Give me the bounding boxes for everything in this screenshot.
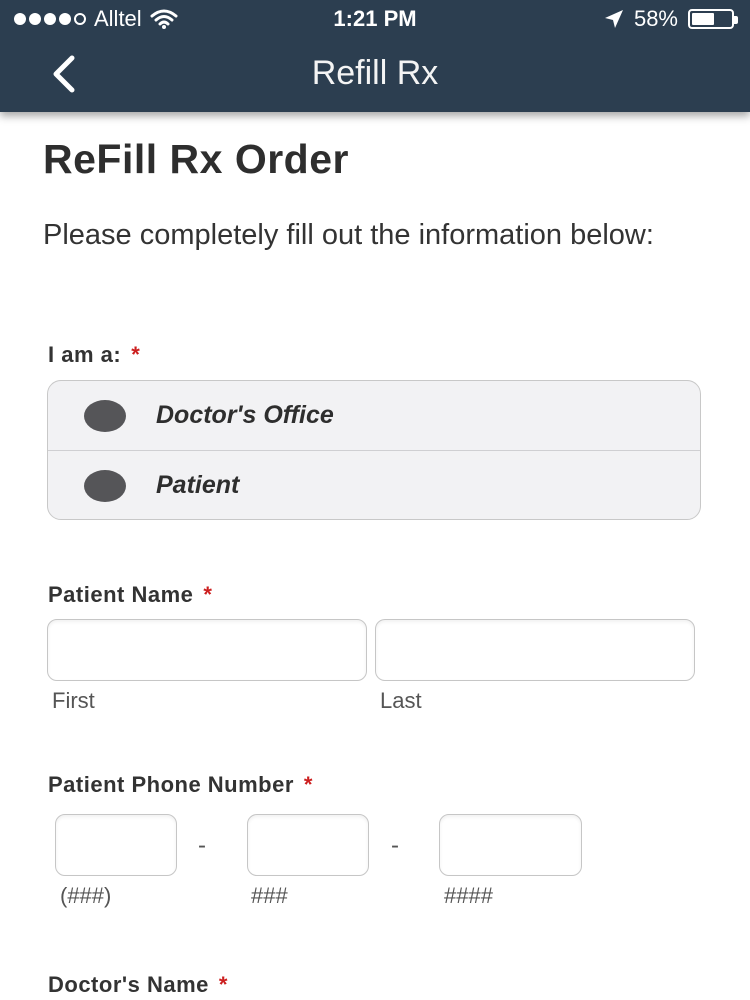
top-bar: Alltel 1:21 PM 58% Refill Rx	[0, 0, 750, 112]
patient-first-name-input[interactable]	[47, 619, 367, 681]
location-arrow-icon	[604, 10, 623, 28]
first-name-hint: First	[52, 688, 95, 713]
radio-option-label: Doctor's Office	[156, 401, 334, 429]
required-mark: *	[303, 772, 313, 797]
status-right: 58%	[604, 6, 738, 32]
line-number-hint: ####	[444, 883, 493, 908]
required-mark: *	[218, 972, 228, 997]
iam-label: I am a: *	[48, 342, 140, 368]
radio-option-patient[interactable]: Patient	[48, 450, 700, 519]
phone-prefix-input[interactable]	[247, 814, 369, 876]
nav-title: Refill Rx	[311, 54, 439, 92]
intro-text: Please completely fill out the informati…	[43, 219, 654, 251]
phone-separator: -	[198, 832, 206, 859]
phone-area-code-input[interactable]	[55, 814, 177, 876]
iam-label-text: I am a:	[48, 342, 122, 367]
phone-separator: -	[391, 832, 399, 859]
form-content: ReFill Rx Order Please completely fill o…	[0, 112, 750, 1000]
required-mark: *	[203, 582, 213, 607]
area-code-hint: (###)	[60, 883, 112, 908]
patient-phone-label-text: Patient Phone Number	[48, 772, 294, 797]
patient-phone-label: Patient Phone Number *	[48, 772, 313, 798]
phone-line-number-input[interactable]	[439, 814, 582, 876]
status-bar: Alltel 1:21 PM 58%	[0, 0, 750, 38]
required-mark: *	[131, 342, 141, 367]
radio-button[interactable]	[84, 469, 126, 502]
doctor-name-label-text: Doctor's Name	[48, 972, 209, 997]
screen: Alltel 1:21 PM 58% Refill Rx ReFill Rx O…	[0, 0, 750, 1000]
battery-percent: 58%	[633, 6, 678, 31]
nav-bar: Refill Rx	[0, 40, 750, 110]
iam-radio-group: Doctor's Office Patient	[47, 380, 701, 520]
prefix-hint: ###	[251, 883, 288, 908]
patient-name-label-text: Patient Name	[48, 582, 194, 607]
patient-name-label: Patient Name *	[48, 582, 212, 608]
doctor-name-label: Doctor's Name *	[48, 972, 228, 998]
page-title: ReFill Rx Order	[43, 136, 349, 182]
battery-icon	[688, 9, 738, 29]
radio-option-doctors-office[interactable]: Doctor's Office	[48, 381, 700, 450]
radio-option-label: Patient	[156, 471, 240, 499]
radio-button[interactable]	[84, 399, 126, 432]
patient-last-name-input[interactable]	[375, 619, 695, 681]
last-name-hint: Last	[380, 688, 422, 713]
